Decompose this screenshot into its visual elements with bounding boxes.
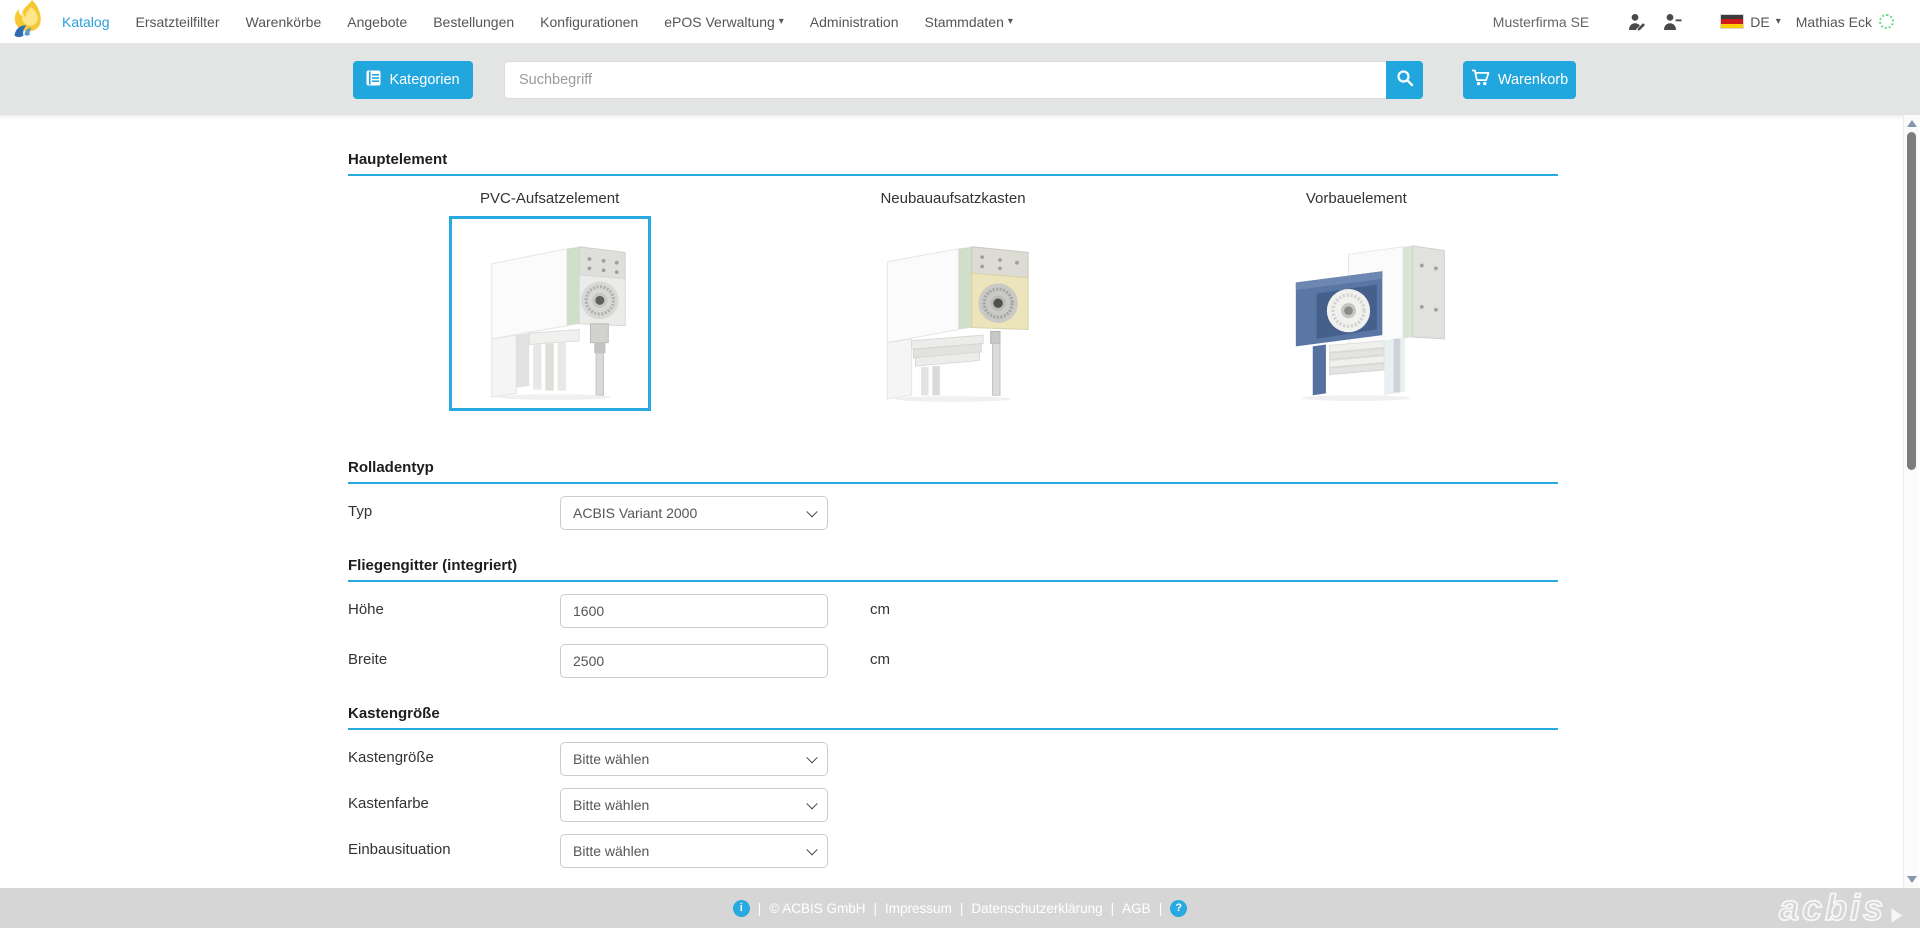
flag-de-icon xyxy=(1720,14,1744,29)
magnifier-icon xyxy=(1396,69,1414,91)
scrollbar-thumb[interactable] xyxy=(1907,132,1916,470)
kastenfarbe-label: Kastenfarbe xyxy=(348,788,560,812)
language-selector[interactable]: DE ▾ xyxy=(1720,14,1780,30)
nav-item-warenkoerbe[interactable]: Warenkörbe xyxy=(246,14,322,30)
section-hauptelement: Hauptelement PVC-Aufsatzelement xyxy=(348,151,1558,411)
section-title: Fliegengitter (integriert) xyxy=(348,557,1558,582)
product-image-pvc-aufsatzelement[interactable] xyxy=(449,216,651,411)
user-menu[interactable]: Mathias Eck xyxy=(1796,14,1894,30)
footer: i | © ACBIS GmbH | Impressum | Datenschu… xyxy=(0,888,1920,928)
nav-item-katalog[interactable]: Katalog xyxy=(62,14,109,30)
footer-separator: | xyxy=(1111,901,1115,916)
breite-label: Breite xyxy=(348,644,560,668)
scroll-up-arrow-icon[interactable] xyxy=(1907,120,1917,127)
acbis-watermark: acbis xyxy=(1779,888,1904,928)
option-vorbauelement[interactable]: Vorbauelement xyxy=(1155,190,1558,411)
footer-separator: | xyxy=(1159,901,1163,916)
flame-logo-icon xyxy=(12,0,46,44)
einbausituation-label: Einbausituation xyxy=(348,834,560,858)
section-kastengroesse: Kastengröße Kastengröße Bitte wählen Kas… xyxy=(348,705,1558,868)
top-nav: Katalog Ersatzteilfilter Warenkörbe Ange… xyxy=(0,0,1920,44)
user-name: Mathias Eck xyxy=(1796,14,1872,30)
kastengroesse-label: Kastengröße xyxy=(348,742,560,766)
cart-icon xyxy=(1471,69,1490,90)
chevron-down-icon: ▾ xyxy=(1776,17,1781,27)
hauptelement-options: PVC-Aufsatzelement xyxy=(348,190,1558,411)
hoehe-input[interactable] xyxy=(560,594,828,628)
scroll-down-arrow-icon[interactable] xyxy=(1907,876,1917,883)
section-title: Hauptelement xyxy=(348,151,1558,176)
kastenfarbe-select[interactable]: Bitte wählen xyxy=(560,788,828,822)
footer-link-agb[interactable]: AGB xyxy=(1122,901,1151,916)
search-toolbar: Kategorien Warenkorb xyxy=(0,44,1920,115)
kastengroesse-select[interactable]: Bitte wählen xyxy=(560,742,828,776)
book-icon xyxy=(366,70,381,90)
nav-item-bestellungen[interactable]: Bestellungen xyxy=(433,14,514,30)
brand-logo[interactable] xyxy=(12,0,46,44)
breite-input[interactable] xyxy=(560,644,828,678)
main-menu: Katalog Ersatzteilfilter Warenkörbe Ange… xyxy=(62,14,1013,30)
section-title: Rolladentyp xyxy=(348,459,1558,484)
nav-item-konfigurationen[interactable]: Konfigurationen xyxy=(540,14,638,30)
chevron-down-icon: ▾ xyxy=(1008,17,1013,27)
typ-select[interactable]: ACBIS Variant 2000 xyxy=(560,496,828,530)
option-pvc-aufsatzelement[interactable]: PVC-Aufsatzelement xyxy=(348,190,751,411)
hoehe-label: Höhe xyxy=(348,594,560,618)
einbausituation-select[interactable]: Bitte wählen xyxy=(560,834,828,868)
nav-right-cluster: Musterfirma SE DE ▾ Mathias Eck xyxy=(1493,13,1920,31)
product-image-neubauaufsatzkasten[interactable] xyxy=(852,216,1054,411)
chevron-down-icon: ▾ xyxy=(779,17,784,27)
footer-link-datenschutz[interactable]: Datenschutzerklärung xyxy=(971,901,1102,916)
status-indicator-icon xyxy=(1879,14,1894,29)
typ-label: Typ xyxy=(348,496,560,520)
product-image-vorbauelement[interactable] xyxy=(1255,216,1457,411)
nav-item-administration[interactable]: Administration xyxy=(810,14,899,30)
search-input[interactable] xyxy=(504,61,1386,99)
company-name: Musterfirma SE xyxy=(1493,14,1589,30)
hoehe-unit: cm xyxy=(870,594,890,618)
vertical-scrollbar[interactable] xyxy=(1903,115,1919,888)
footer-link-impressum[interactable]: Impressum xyxy=(885,901,952,916)
nav-item-stammdaten[interactable]: Stammdaten▾ xyxy=(925,14,1013,30)
footer-separator: | xyxy=(758,901,762,916)
watermark-triangle-icon xyxy=(1892,908,1903,922)
option-neubauaufsatzkasten[interactable]: Neubauaufsatzkasten xyxy=(751,190,1154,411)
nav-item-angebote[interactable]: Angebote xyxy=(347,14,407,30)
copyright-text: © ACBIS GmbH xyxy=(769,901,865,916)
section-fliegengitter: Fliegengitter (integriert) Höhe cm Breit… xyxy=(348,557,1558,678)
footer-separator: | xyxy=(960,901,964,916)
section-rolladentyp: Rolladentyp Typ ACBIS Variant 2000 xyxy=(348,459,1558,530)
user-edit-icon[interactable] xyxy=(1627,13,1647,31)
user-remove-icon[interactable] xyxy=(1662,13,1682,31)
nav-item-ersatzteilfilter[interactable]: Ersatzteilfilter xyxy=(135,14,219,30)
search-group xyxy=(504,61,1423,99)
categories-button[interactable]: Kategorien xyxy=(353,61,473,99)
info-icon[interactable]: i xyxy=(733,900,750,917)
nav-item-epos-verwaltung[interactable]: ePOS Verwaltung▾ xyxy=(664,14,784,30)
footer-separator: | xyxy=(874,901,878,916)
search-button[interactable] xyxy=(1386,61,1423,99)
help-icon[interactable]: ? xyxy=(1170,900,1187,917)
configurator-page: Hauptelement PVC-Aufsatzelement xyxy=(0,115,1903,888)
language-code: DE xyxy=(1750,14,1769,30)
section-title: Kastengröße xyxy=(348,705,1558,730)
breite-unit: cm xyxy=(870,644,890,668)
cart-button[interactable]: Warenkorb xyxy=(1463,61,1576,99)
